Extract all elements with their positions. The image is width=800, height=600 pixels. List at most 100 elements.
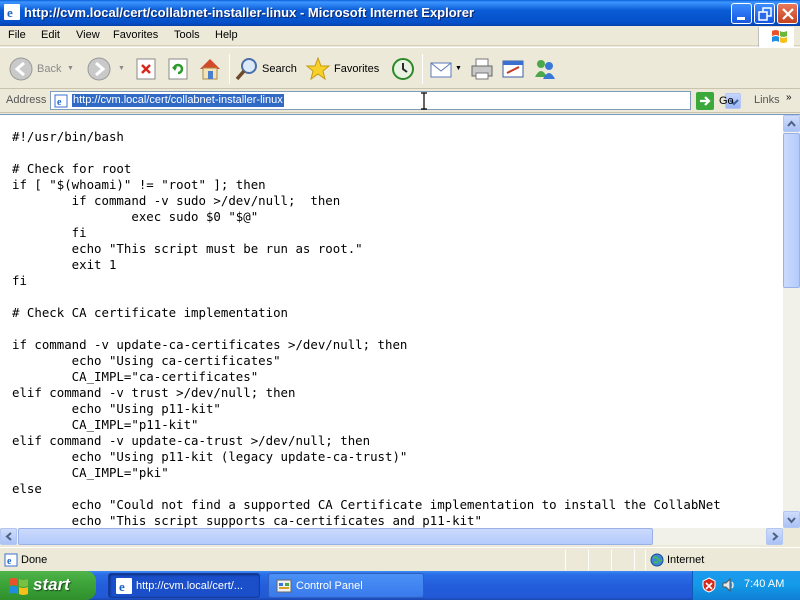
code-line: echo "Using p11-kit" — [12, 401, 221, 416]
taskbar-item-label: Control Panel — [296, 580, 363, 592]
close-icon — [782, 8, 794, 20]
horizontal-scroll-thumb[interactable] — [18, 528, 653, 545]
minimize-button[interactable] — [731, 3, 752, 24]
go-button[interactable]: Go — [696, 92, 746, 110]
favorites-label: Favorites — [334, 63, 380, 75]
svg-text:e: e — [119, 579, 125, 594]
code-line: echo "Could not find a supported CA Cert… — [12, 497, 721, 512]
ie-icon: e — [116, 578, 132, 594]
menu-file[interactable]: File — [8, 29, 26, 41]
code-line: # Check for root — [12, 161, 132, 176]
refresh-icon — [168, 58, 188, 80]
code-line: exec sudo $0 "$@" — [12, 209, 259, 224]
security-zone: Internet — [667, 554, 705, 566]
close-button[interactable] — [777, 3, 798, 24]
horizontal-scrollbar[interactable] — [0, 528, 783, 545]
scroll-left-icon — [5, 532, 12, 541]
restore-button[interactable] — [754, 3, 775, 24]
scroll-right-button[interactable] — [766, 528, 783, 545]
code-line: CA_IMPL="pki" — [12, 465, 169, 480]
code-line: echo "This script must be run as root." — [12, 241, 363, 256]
printer-icon — [471, 58, 493, 80]
links-label[interactable]: Links — [754, 94, 780, 106]
messenger-button[interactable] — [532, 54, 558, 84]
code-line: CA_IMPL="p11-kit" — [12, 417, 199, 432]
code-line: fi — [12, 225, 87, 240]
title-bar: e http://cvm.local/cert/collabnet-instal… — [0, 0, 800, 26]
code-line: else — [12, 481, 42, 496]
script-text: #!/usr/bin/bash # Check for root if [ "$(… — [12, 129, 782, 541]
scroll-down-button[interactable] — [783, 511, 800, 528]
control-panel-icon — [276, 579, 292, 593]
forward-button[interactable]: ▼ — [86, 54, 126, 84]
vertical-scroll-thumb[interactable] — [783, 133, 800, 288]
forward-dropdown-icon[interactable]: ▼ — [118, 65, 125, 72]
edit-button[interactable] — [500, 54, 526, 84]
favorites-button[interactable]: Favorites — [305, 54, 385, 84]
speaker-icon[interactable] — [721, 577, 737, 593]
restore-icon — [758, 7, 772, 21]
back-arrow-icon — [9, 57, 33, 81]
taskbar-item-ie[interactable]: e http://cvm.local/cert/... — [108, 573, 260, 598]
go-label: Go — [719, 95, 734, 107]
history-button[interactable] — [390, 54, 416, 84]
text-cursor-icon — [421, 92, 427, 110]
code-line: if command -v sudo >/dev/null; then — [12, 193, 341, 208]
globe-icon — [650, 553, 664, 567]
window-title: http://cvm.local/cert/collabnet-installe… — [24, 5, 475, 20]
print-button[interactable] — [469, 54, 495, 84]
back-button[interactable]: Back ▼ — [8, 54, 78, 84]
scroll-up-button[interactable] — [783, 115, 800, 132]
status-text: Done — [21, 554, 48, 566]
taskbar-item-control-panel[interactable]: Control Panel — [268, 573, 424, 598]
search-button[interactable]: Search — [234, 54, 300, 84]
scroll-down-icon — [787, 517, 796, 524]
security-alert-icon[interactable] — [701, 577, 717, 593]
windows-logo-icon — [758, 27, 794, 47]
address-url[interactable]: http://cvm.local/cert/collabnet-installe… — [72, 94, 284, 107]
links-chevron-icon[interactable]: » — [786, 92, 792, 103]
mail-icon — [430, 62, 452, 78]
mail-dropdown-icon[interactable]: ▼ — [455, 65, 462, 72]
page-done-icon: e — [4, 553, 18, 567]
scroll-left-button[interactable] — [0, 528, 17, 545]
svg-text:e: e — [7, 5, 13, 20]
go-arrow-icon — [696, 92, 714, 110]
start-button[interactable]: start — [0, 571, 96, 600]
vertical-scrollbar[interactable] — [783, 115, 800, 528]
address-input[interactable]: e http://cvm.local/cert/collabnet-instal… — [50, 91, 741, 110]
menu-view[interactable]: View — [76, 29, 100, 41]
taskbar: start e http://cvm.local/cert/... Contro… — [0, 571, 800, 600]
home-button[interactable] — [197, 54, 223, 84]
mail-button[interactable]: ▼ — [428, 54, 464, 84]
search-label: Search — [262, 63, 297, 75]
windows-flag-icon — [9, 578, 28, 595]
menu-help[interactable]: Help — [215, 29, 238, 41]
toolbar: Back ▼ ▼ Search Favorites ▼ — [0, 47, 800, 89]
scrollbar-corner — [783, 528, 800, 545]
minimize-icon — [737, 17, 745, 20]
home-icon — [200, 59, 220, 80]
stop-button[interactable] — [134, 54, 158, 84]
messenger-icon — [535, 60, 555, 79]
refresh-button[interactable] — [166, 54, 190, 84]
code-line: echo "Using p11-kit (legacy update-ca-tr… — [12, 449, 408, 464]
menu-favorites[interactable]: Favorites — [113, 29, 158, 41]
menu-tools[interactable]: Tools — [174, 29, 200, 41]
star-icon — [305, 56, 331, 81]
scroll-up-icon — [787, 120, 796, 127]
history-icon — [392, 58, 414, 80]
code-line: # Check CA certificate implementation — [12, 305, 289, 320]
menu-bar: File Edit View Favorites Tools Help — [0, 26, 800, 46]
back-dropdown-icon[interactable]: ▼ — [67, 65, 74, 72]
code-line: exit 1 — [12, 257, 117, 272]
code-line: CA_IMPL="ca-certificates" — [12, 369, 259, 384]
page-icon: e — [54, 94, 68, 108]
svg-text:e: e — [57, 97, 62, 108]
menu-edit[interactable]: Edit — [41, 29, 60, 41]
back-label: Back — [37, 63, 62, 75]
code-line: elif command -v trust >/dev/null; then — [12, 385, 296, 400]
